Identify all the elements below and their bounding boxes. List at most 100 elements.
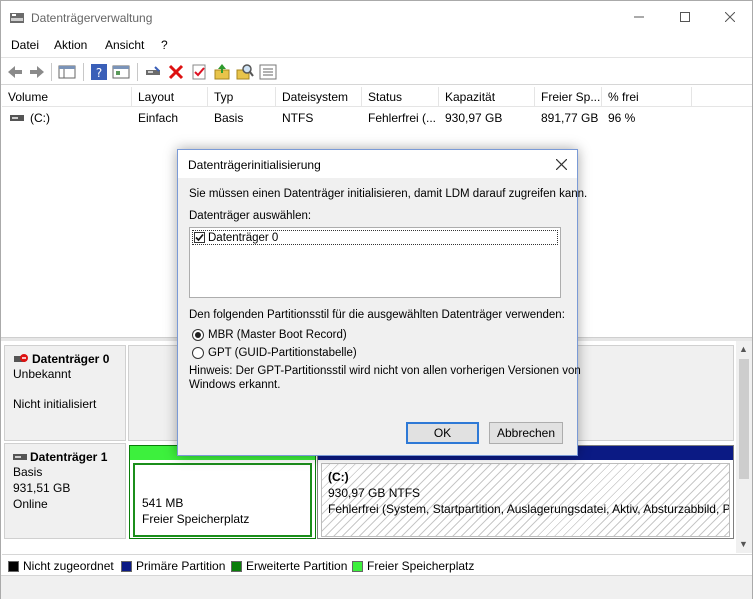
volume-cell: (C:) <box>4 109 50 127</box>
toolbar-separator <box>83 63 84 81</box>
disk-listbox[interactable]: Datenträger 0 <box>189 227 561 298</box>
menu-ansicht[interactable]: Ansicht <box>105 38 144 52</box>
help-icon[interactable]: ? <box>89 62 109 82</box>
menu-datei[interactable]: Datei <box>11 38 39 52</box>
toolbar: ? <box>1 57 752 85</box>
forward-arrow-icon[interactable] <box>27 62 47 82</box>
uninitialized-disk-icon <box>14 354 28 362</box>
checklist-icon[interactable] <box>189 62 209 82</box>
disk-0-type: Unbekannt <box>13 367 72 381</box>
disk-checkbox[interactable] <box>194 232 205 243</box>
legend-swatch-primary <box>121 560 132 572</box>
toolbar-separator <box>51 63 52 81</box>
disk-icon <box>13 454 27 460</box>
disk-management-app-icon <box>10 13 24 23</box>
disk-select-label: Datenträger auswählen: <box>189 210 312 222</box>
window-title: Datenträgerverwaltung <box>31 11 153 25</box>
legend-label: Erweiterte Partition <box>246 559 348 573</box>
search-icon[interactable] <box>235 62 255 82</box>
menu-help[interactable]: ? <box>161 38 168 52</box>
disk-0-state: Nicht initialisiert <box>13 397 97 411</box>
open-folder-icon[interactable] <box>212 62 232 82</box>
gpt-label: GPT (GUID-Partitionstabelle) <box>208 347 357 359</box>
legend-swatch-free <box>352 560 363 572</box>
ok-button[interactable]: OK <box>406 422 479 444</box>
legend: Nicht zugeordnet Primäre Partition Erwei… <box>2 554 752 574</box>
close-icon <box>725 12 735 22</box>
column-prozent-frei[interactable]: % frei <box>602 87 692 107</box>
disk-item-label: Datenträger 0 <box>208 231 279 244</box>
list-item[interactable]: Datenträger 0 <box>192 230 558 245</box>
main-window: Datenträgerverwaltung Datei Aktion Ansic… <box>0 0 753 599</box>
list-header: Volume Layout Typ Dateisystem Status Kap… <box>2 87 752 107</box>
disk-0-name: Datenträger 0 <box>32 352 110 366</box>
free-space-partition[interactable]: 541 MB Freier Speicherplatz <box>129 445 316 539</box>
disk-0-title: Datenträger 0 <box>13 352 125 366</box>
status-bar <box>1 575 752 599</box>
svg-text:?: ? <box>96 66 102 80</box>
disk-1-type: Basis <box>13 465 43 479</box>
column-freier-speicher[interactable]: Freier Sp... <box>535 87 602 107</box>
legend-primary: Primäre Partition <box>121 559 225 573</box>
close-button[interactable] <box>707 1 753 33</box>
disk-1-info[interactable]: Datenträger 1 Basis 931,51 GB Online <box>4 443 126 539</box>
gpt-radio[interactable] <box>192 347 204 359</box>
title-bar: Datenträgerverwaltung <box>1 1 752 34</box>
mbr-option[interactable]: MBR (Master Boot Record) <box>192 329 347 341</box>
volume-drive-icon <box>10 115 24 121</box>
gpt-hint-line-1: Hinweis: Der GPT-Partitionsstil wird nic… <box>189 365 581 377</box>
layout-cell: Einfach <box>138 111 179 125</box>
list-view-icon[interactable] <box>258 62 278 82</box>
connect-disk-icon[interactable] <box>143 62 163 82</box>
frei-cell: 891,77 GB <box>541 111 599 125</box>
toolbar-separator <box>137 63 138 81</box>
column-volume[interactable]: Volume <box>2 87 132 107</box>
disk-pane-scrollbar[interactable]: ▲ ▼ <box>736 341 752 553</box>
column-typ[interactable]: Typ <box>208 87 276 107</box>
scroll-up-icon[interactable]: ▲ <box>739 344 748 354</box>
dialog-close-button[interactable] <box>550 154 572 174</box>
free-space-size: 541 MB <box>142 496 184 510</box>
legend-label: Freier Speicherplatz <box>367 559 475 573</box>
properties-icon[interactable] <box>111 62 131 82</box>
dialog-title-bar: Datenträgerinitialisierung <box>178 150 577 178</box>
scroll-down-icon[interactable]: ▼ <box>739 539 748 549</box>
checkmark-icon <box>195 233 204 242</box>
volume-name: (C:) <box>30 111 50 125</box>
minimize-button[interactable] <box>616 1 662 33</box>
initialize-disk-dialog: Datenträgerinitialisierung Sie müssen ei… <box>177 149 587 456</box>
c-partition-body: (C:) 930,97 GB NTFS Fehlerfrei (System, … <box>321 463 730 537</box>
column-layout[interactable]: Layout <box>132 87 208 107</box>
scrollbar-thumb[interactable] <box>739 359 749 479</box>
disk-1-size: 931,51 GB <box>13 481 71 495</box>
maximize-button[interactable] <box>662 1 708 33</box>
status-cell: Fehlerfrei (... <box>368 111 437 125</box>
prozent-cell: 96 % <box>608 111 636 125</box>
legend-unallocated: Nicht zugeordnet <box>8 559 114 573</box>
mbr-radio[interactable] <box>192 329 204 341</box>
column-kapazitaet[interactable]: Kapazität <box>439 87 535 107</box>
free-space-frame: 541 MB Freier Speicherplatz <box>133 463 312 537</box>
column-dateisystem[interactable]: Dateisystem <box>276 87 362 107</box>
disk-1-name: Datenträger 1 <box>30 450 108 464</box>
legend-free: Freier Speicherplatz <box>352 559 474 573</box>
c-partition-size: 930,97 GB NTFS <box>328 486 421 500</box>
gpt-hint-line-2: Windows erkannt. <box>189 379 281 391</box>
typ-cell: Basis <box>214 111 244 125</box>
cancel-button[interactable]: Abbrechen <box>489 422 563 444</box>
legend-swatch-unallocated <box>8 560 19 572</box>
column-status[interactable]: Status <box>362 87 439 107</box>
gpt-option[interactable]: GPT (GUID-Partitionstabelle) <box>192 347 357 359</box>
dateisystem-cell: NTFS <box>282 111 314 125</box>
disk-0-info[interactable]: Datenträger 0 Unbekannt Nicht initialisi… <box>4 345 126 441</box>
disk-1-title: Datenträger 1 <box>13 450 125 464</box>
mbr-label: MBR (Master Boot Record) <box>208 329 347 341</box>
console-tree-icon[interactable] <box>57 62 77 82</box>
c-partition[interactable]: (C:) 930,97 GB NTFS Fehlerfrei (System, … <box>317 445 734 539</box>
partition-style-label: Den folgenden Partitionsstil für die aus… <box>189 309 565 321</box>
back-arrow-icon[interactable] <box>5 62 25 82</box>
close-icon <box>555 158 567 170</box>
delete-icon[interactable] <box>166 62 186 82</box>
menu-aktion[interactable]: Aktion <box>54 38 87 52</box>
dialog-title: Datenträgerinitialisierung <box>188 158 321 172</box>
